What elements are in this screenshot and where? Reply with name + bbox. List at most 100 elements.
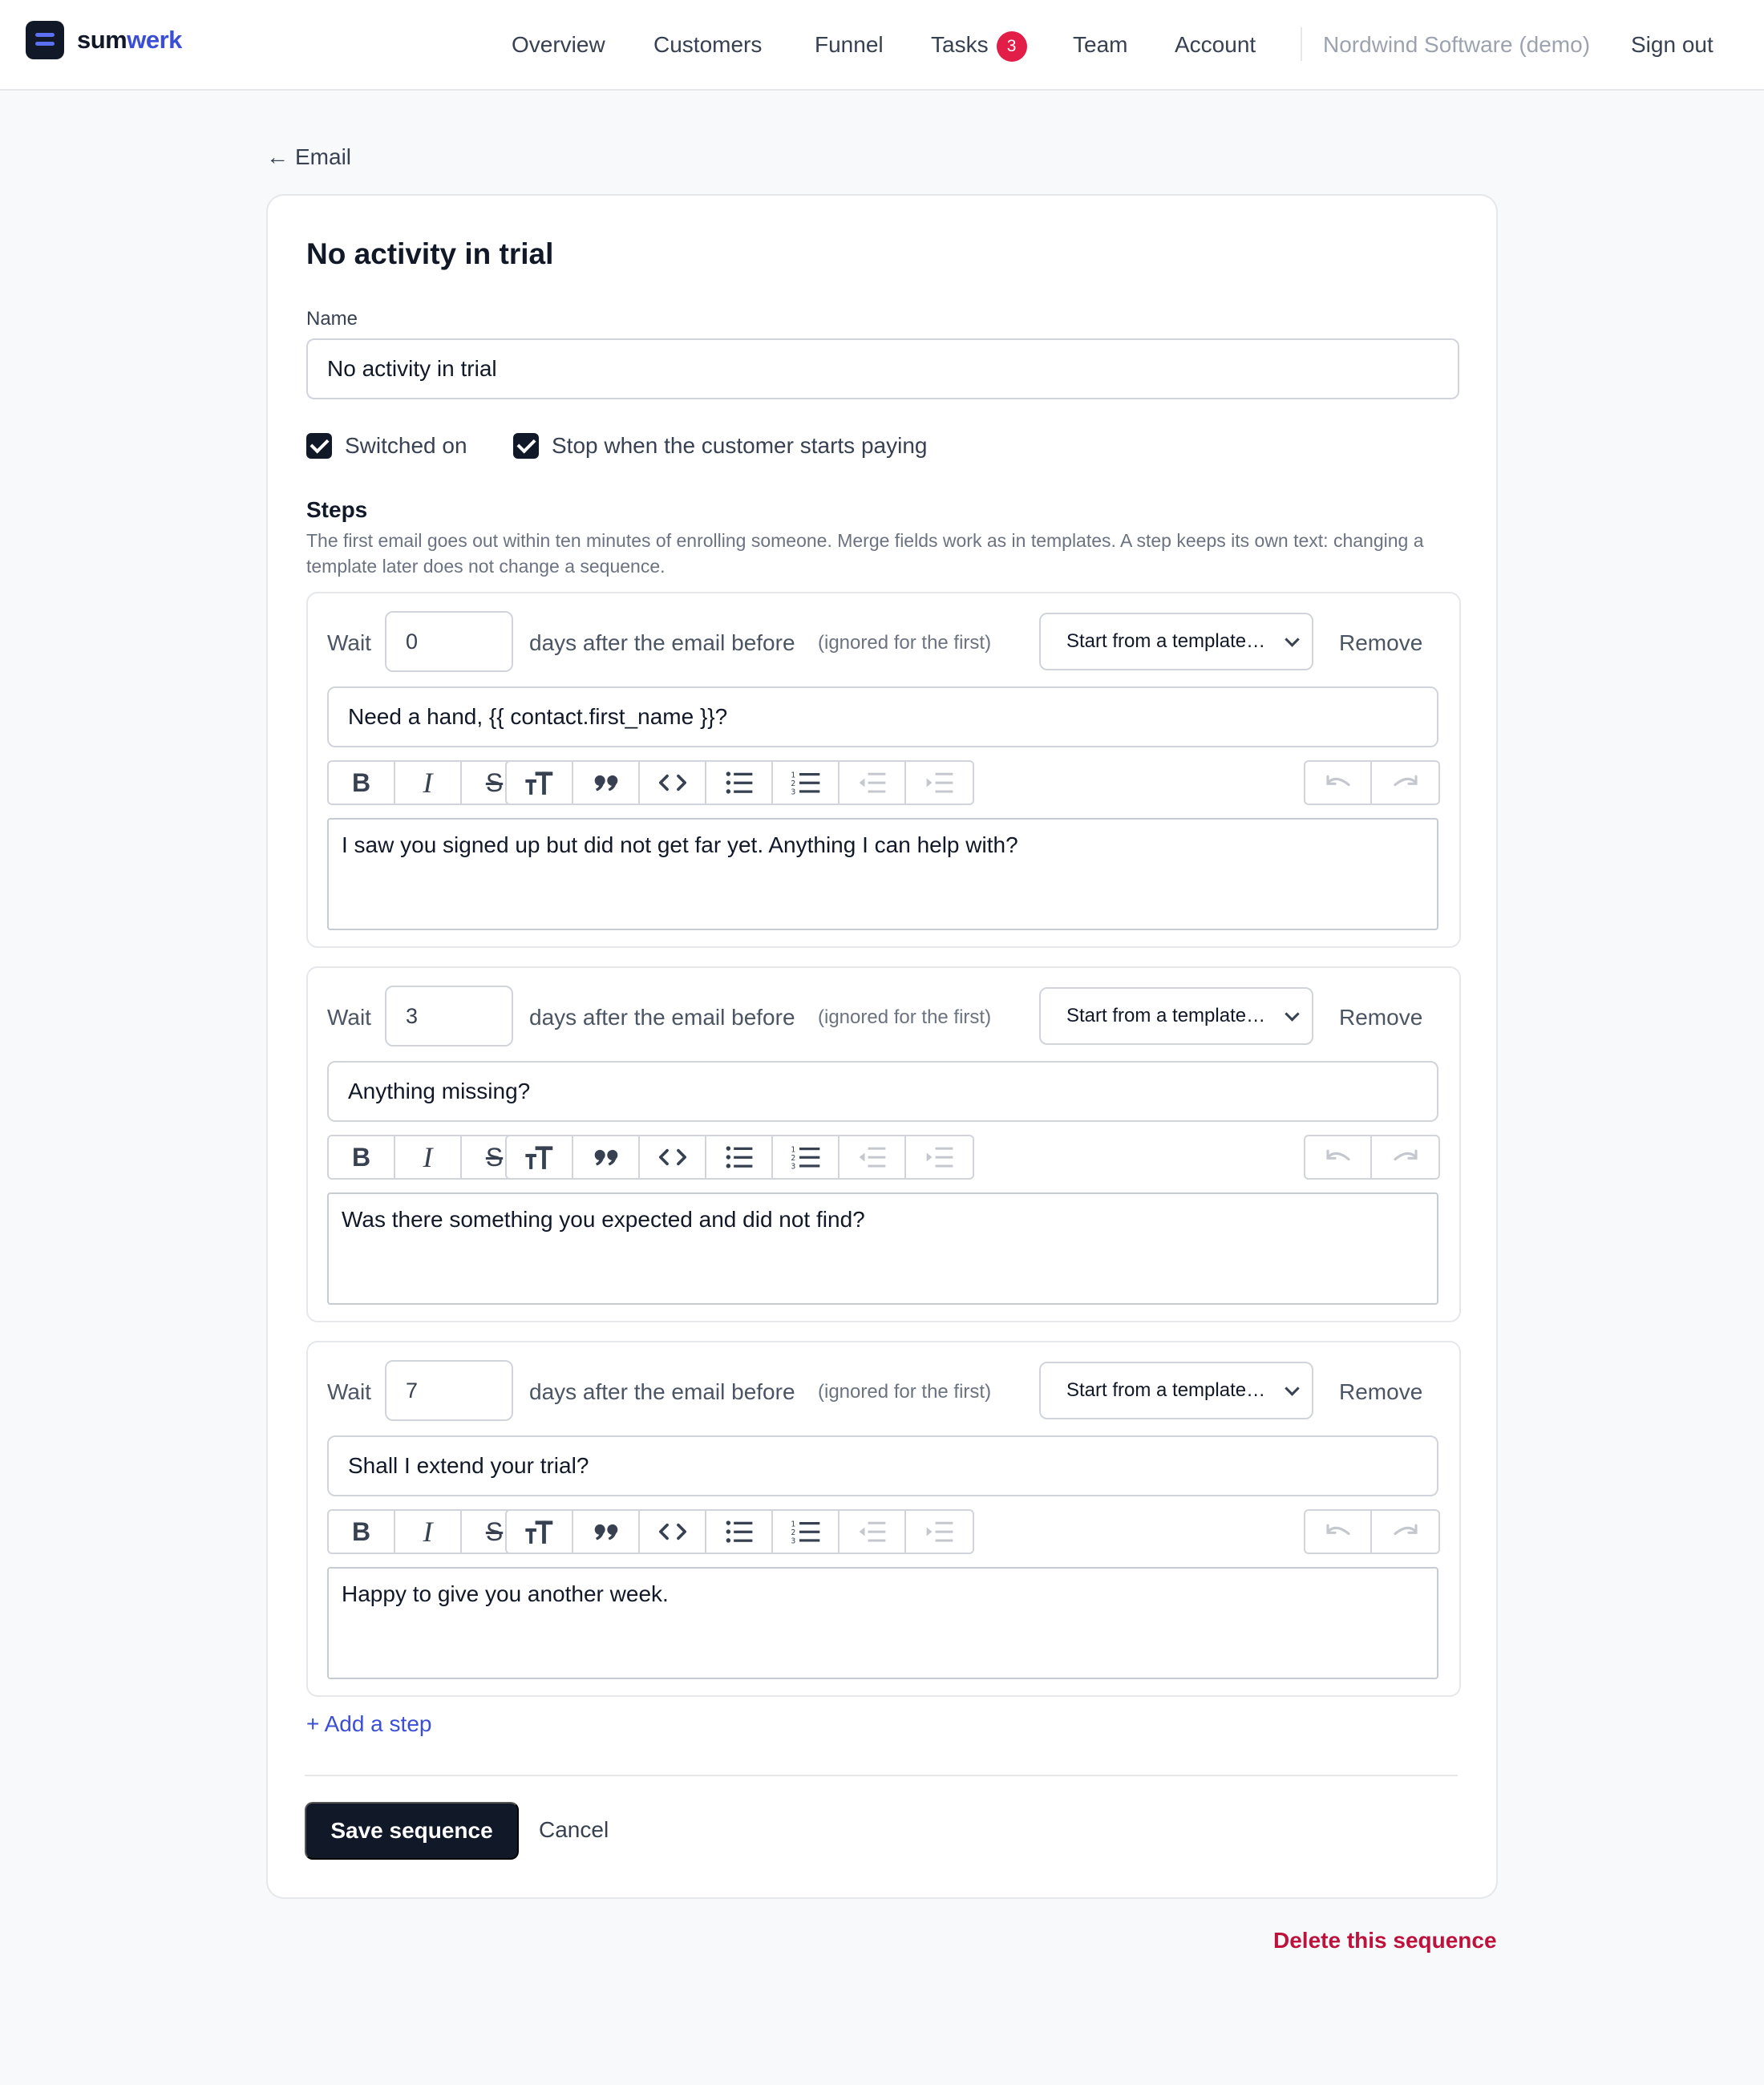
stop-when-paying-toggle[interactable]: Stop when the customer starts paying (513, 433, 927, 459)
svg-text:2: 2 (791, 1528, 795, 1537)
add-step-link[interactable]: + Add a step (306, 1711, 431, 1737)
redo-icon[interactable] (1372, 1511, 1438, 1553)
quote-icon[interactable] (573, 762, 640, 804)
italic-icon[interactable]: I (395, 1511, 462, 1553)
sequence-step-2: Wait 3 days after the email before (igno… (306, 966, 1461, 1322)
svg-text:3: 3 (791, 1537, 795, 1545)
subject-input[interactable]: Anything missing? (327, 1061, 1438, 1122)
arrow-left-icon: ← (266, 144, 289, 169)
svg-text:3: 3 (791, 1163, 795, 1170)
chevron-down-icon (1285, 1381, 1300, 1396)
tasks-count-badge: 3 (996, 30, 1027, 62)
indent-icon[interactable] (906, 1136, 973, 1178)
nav-overview[interactable]: Overview (512, 29, 605, 61)
numbered-list-icon[interactable]: 123 (773, 1511, 840, 1553)
svg-text:1: 1 (791, 1520, 795, 1528)
indent-icon[interactable] (906, 762, 973, 804)
italic-icon[interactable]: I (395, 762, 462, 804)
nav-divider (1301, 27, 1302, 61)
bold-icon[interactable]: B (329, 762, 395, 804)
subject-input[interactable]: Shall I extend your trial? (327, 1435, 1438, 1496)
outdent-icon[interactable] (840, 762, 906, 804)
block-format-toolbar: 123 (505, 1509, 974, 1554)
quote-icon[interactable] (573, 1511, 640, 1553)
stop-when-paying-checkbox[interactable] (513, 433, 539, 459)
email-body-editor[interactable]: I saw you signed up but did not get far … (327, 818, 1438, 930)
subject-value: Anything missing? (348, 1079, 531, 1103)
steps-heading: Steps (306, 497, 368, 522)
email-body-editor[interactable]: Happy to give you another week. (327, 1567, 1438, 1679)
code-icon[interactable] (640, 762, 706, 804)
nav-tasks[interactable]: Tasks 3 (931, 29, 1027, 62)
nav-team[interactable]: Team (1073, 29, 1127, 61)
remove-step-link[interactable]: Remove (1339, 1005, 1422, 1030)
undo-icon[interactable] (1305, 1136, 1372, 1178)
subject-value: Need a hand, {{ contact.first_name }}? (348, 704, 728, 729)
steps-help-text: The first email goes out within ten minu… (306, 530, 1424, 577)
wait-days-input[interactable]: 7 (385, 1360, 513, 1421)
wait-days-value: 7 (406, 1378, 419, 1403)
subject-input[interactable]: Need a hand, {{ contact.first_name }}? (327, 686, 1438, 747)
back-to-email-link[interactable]: ← Email (266, 144, 351, 170)
history-toolbar (1304, 1135, 1440, 1180)
numbered-list-icon[interactable]: 123 (773, 1136, 840, 1178)
ignored-hint: (ignored for the first) (818, 1006, 992, 1028)
template-select[interactable]: Start from a template… (1039, 987, 1313, 1045)
heading-icon[interactable] (507, 1136, 573, 1178)
bold-icon[interactable]: B (329, 1136, 395, 1178)
switched-on-checkbox[interactable] (306, 433, 332, 459)
actions-divider (305, 1775, 1458, 1776)
block-format-toolbar: 123 (505, 760, 974, 805)
undo-icon[interactable] (1305, 762, 1372, 804)
wait-days-value: 0 (406, 629, 419, 654)
nav-customers[interactable]: Customers (653, 29, 762, 61)
code-icon[interactable] (640, 1511, 706, 1553)
days-after-label: days after the email before (529, 1379, 795, 1404)
template-select[interactable]: Start from a template… (1039, 613, 1313, 670)
stop-when-paying-label: Stop when the customer starts paying (552, 433, 928, 458)
delete-sequence-link[interactable]: Delete this sequence (1273, 1928, 1497, 1953)
days-after-label: days after the email before (529, 630, 795, 655)
redo-icon[interactable] (1372, 762, 1438, 804)
sign-out-link[interactable]: Sign out (1631, 29, 1713, 61)
chevron-down-icon (1285, 1006, 1300, 1022)
save-sequence-button[interactable]: Save sequence (305, 1802, 519, 1860)
template-select-value: Start from a template… (1066, 1005, 1266, 1026)
code-icon[interactable] (640, 1136, 706, 1178)
switched-on-toggle[interactable]: Switched on (306, 433, 467, 459)
email-body-text: Happy to give you another week. (342, 1581, 669, 1606)
email-body-editor[interactable]: Was there something you expected and did… (327, 1192, 1438, 1305)
cancel-link[interactable]: Cancel (539, 1817, 609, 1843)
outdent-icon[interactable] (840, 1511, 906, 1553)
redo-icon[interactable] (1372, 1136, 1438, 1178)
subject-value: Shall I extend your trial? (348, 1453, 589, 1478)
template-select[interactable]: Start from a template… (1039, 1362, 1313, 1419)
wait-days-input[interactable]: 0 (385, 611, 513, 672)
svg-text:2: 2 (791, 779, 795, 788)
quote-icon[interactable] (573, 1136, 640, 1178)
undo-icon[interactable] (1305, 1511, 1372, 1553)
heading-icon[interactable] (507, 1511, 573, 1553)
ignored-hint: (ignored for the first) (818, 632, 992, 654)
sequence-form-card: No activity in trial Name No activity in… (266, 194, 1498, 1899)
days-after-label: days after the email before (529, 1005, 795, 1030)
bold-icon[interactable]: B (329, 1511, 395, 1553)
indent-icon[interactable] (906, 1511, 973, 1553)
wait-label: Wait (327, 1005, 371, 1030)
remove-step-link[interactable]: Remove (1339, 1379, 1422, 1405)
name-input[interactable]: No activity in trial (306, 338, 1459, 399)
heading-icon[interactable] (507, 762, 573, 804)
bullet-list-icon[interactable] (706, 1511, 773, 1553)
sequence-step-3: Wait 7 days after the email before (igno… (306, 1341, 1461, 1697)
nav-funnel[interactable]: Funnel (815, 29, 884, 61)
template-select-value: Start from a template… (1066, 630, 1266, 652)
bullet-list-icon[interactable] (706, 1136, 773, 1178)
remove-step-link[interactable]: Remove (1339, 630, 1422, 656)
bullet-list-icon[interactable] (706, 762, 773, 804)
wait-days-input[interactable]: 3 (385, 986, 513, 1047)
italic-icon[interactable]: I (395, 1136, 462, 1178)
chevron-down-icon (1285, 632, 1300, 647)
numbered-list-icon[interactable]: 123 (773, 762, 840, 804)
outdent-icon[interactable] (840, 1136, 906, 1178)
nav-account[interactable]: Account (1175, 29, 1256, 61)
